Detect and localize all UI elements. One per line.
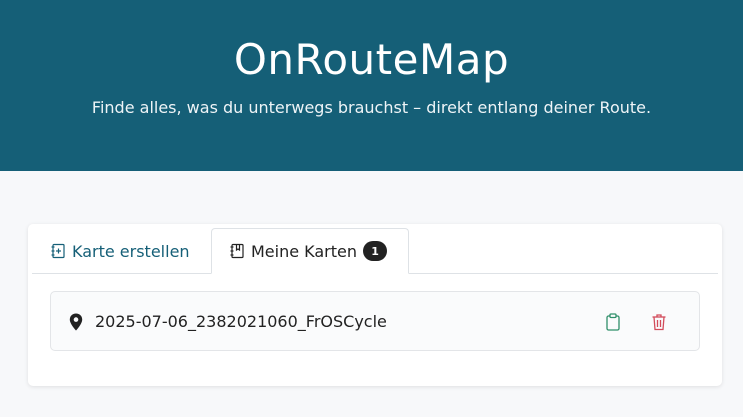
tab-my-maps[interactable]: Meine Karten 1 bbox=[211, 228, 409, 274]
trash-icon bbox=[652, 314, 666, 331]
tab-create-map-label: Karte erstellen bbox=[72, 241, 190, 261]
tab-my-maps-label: Meine Karten bbox=[251, 241, 358, 261]
add-map-icon bbox=[50, 243, 66, 259]
map-pin-icon bbox=[69, 313, 83, 331]
app-subtitle: Finde alles, was du unterwegs brauchst –… bbox=[91, 98, 652, 117]
app-title: OnRouteMap bbox=[233, 35, 510, 84]
map-name: 2025-07-06_2382021060_FrOSCycle bbox=[95, 312, 387, 331]
app-header: OnRouteMap Finde alles, was du unterwegs… bbox=[0, 0, 743, 171]
tab-create-map[interactable]: Karte erstellen bbox=[50, 228, 190, 274]
copy-map-button[interactable] bbox=[602, 311, 624, 333]
map-count-badge: 1 bbox=[363, 241, 388, 261]
my-maps-icon bbox=[229, 243, 245, 259]
map-list-item[interactable]: 2025-07-06_2382021060_FrOSCycle bbox=[50, 291, 700, 351]
tab-bar: Karte erstellen Meine Karten 1 bbox=[32, 228, 718, 274]
maps-card: Karte erstellen Meine Karten 1 2025-07-0… bbox=[28, 224, 722, 386]
delete-map-button[interactable] bbox=[648, 311, 670, 333]
clipboard-icon bbox=[606, 313, 620, 331]
